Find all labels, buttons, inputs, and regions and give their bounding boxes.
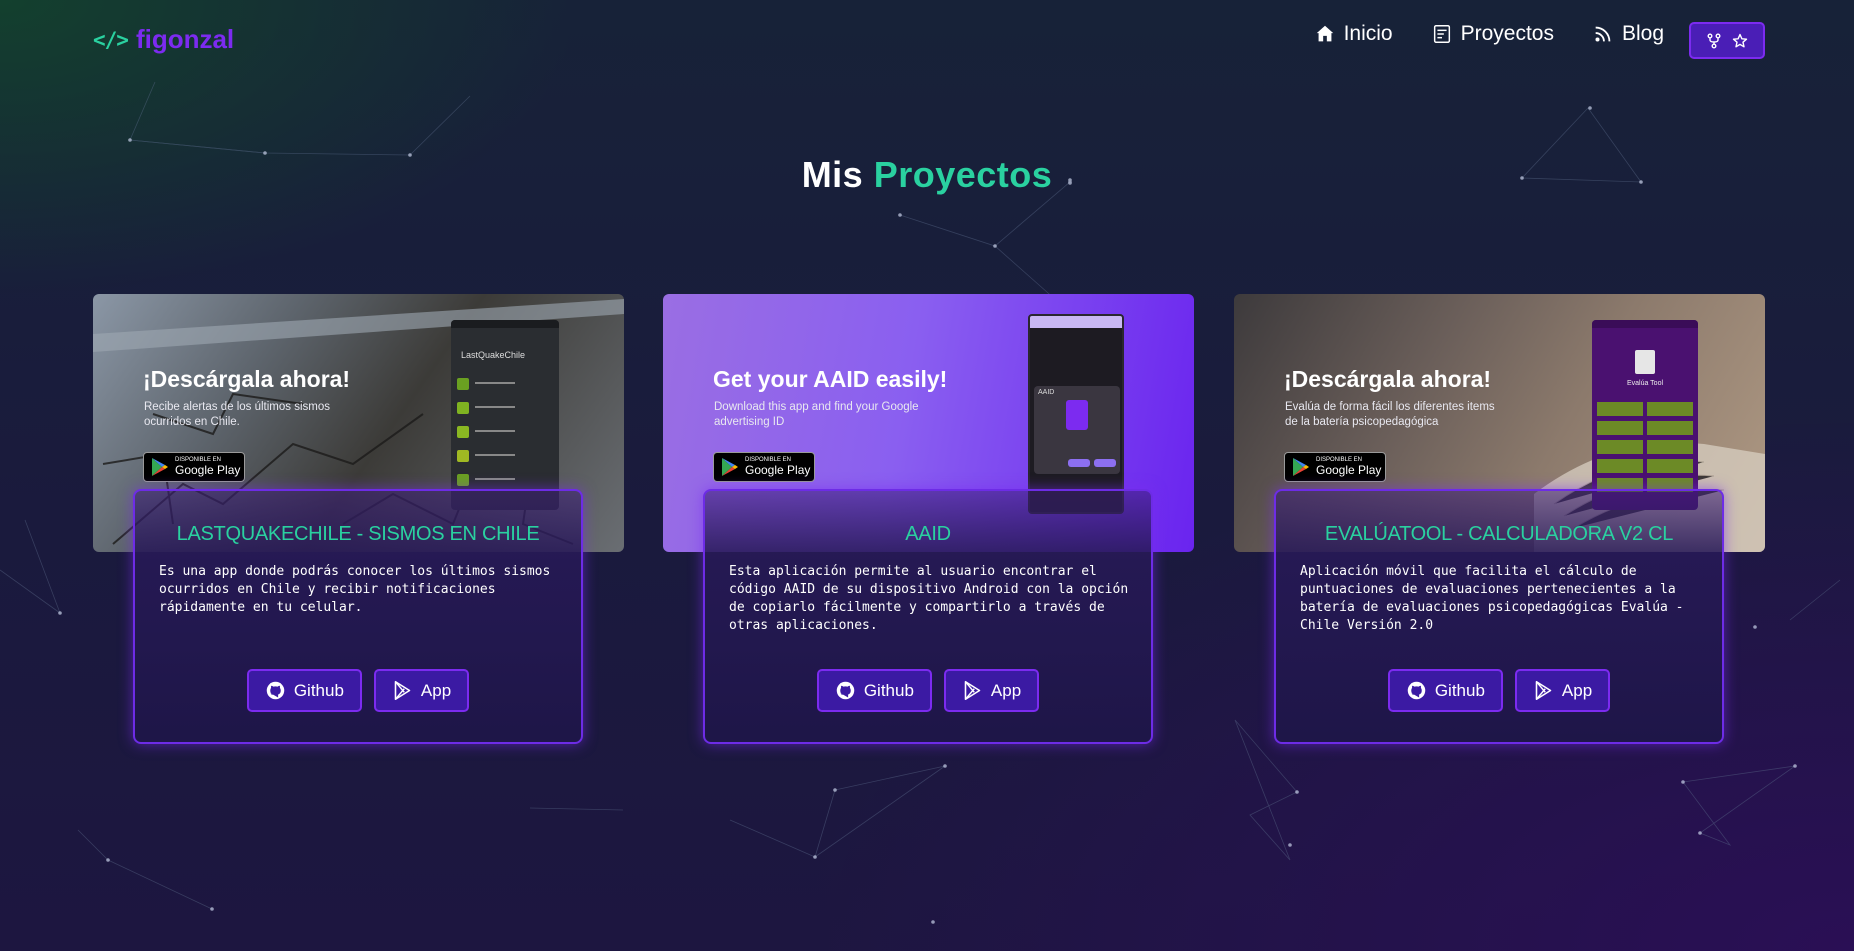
project-description: Esta aplicación permite al usuario encon… [729,564,1129,633]
play-store-icon [964,680,981,701]
project-description: Aplicación móvil que facilita el cálculo… [1300,564,1684,633]
rss-icon [1595,26,1611,42]
project-title: LASTQUAKECHILE - SISMOS EN CHILE [176,523,540,545]
top-navbar: </> figonzal Inicio Proyectos Blog [0,0,1854,80]
phone-screenshot: AAID [1028,314,1124,514]
github-button-label: Github [293,680,344,700]
badge-big-text: Google Play [175,463,241,477]
google-play-icon [1293,458,1309,476]
project-actions: Github App [135,669,581,712]
project-description: Es una app donde podrás conocer los últi… [159,564,551,615]
banner-subtitle: Download this app and find your Google a… [714,401,919,428]
badge-big-text: Google Play [745,463,811,477]
page-title-part1: Mis [801,154,864,195]
page-title-accent: Proyectos [873,154,1053,195]
github-icon [266,681,285,700]
nav-link-label: Proyectos [1460,22,1554,45]
logo-text: figonzal [135,24,235,54]
play-store-icon [1535,680,1552,701]
app-button-label: App [990,680,1022,700]
page-title: Mis Proyectos [0,154,1854,196]
banner-headline: ¡Descárgala ahora! [1284,366,1492,392]
banner-headline: ¡Descárgala ahora! [143,366,351,392]
google-play-badge[interactable]: DISPONIBLE EN Google Play [143,452,245,482]
banner-subtitle: Evalúa de forma fácil los diferentes ite… [1285,401,1495,428]
project-actions: Github App [1276,669,1722,712]
google-play-badge[interactable]: DISPONIBLE EN Google Play [1284,452,1386,482]
github-icon [836,681,855,700]
nav-link-label: Blog [1621,22,1664,45]
phone-screenshot: LastQuakeChile [451,320,559,510]
project-info-panel: LASTQUAKECHILE - SISMOS EN CHILE Es una … [133,489,583,744]
projects-icon [1433,25,1450,43]
nav-links: Inicio Proyectos Blog [1314,22,1664,46]
google-play-icon [722,458,738,476]
nav-link-proyectos[interactable]: Proyectos [1431,22,1554,46]
phone-app-title: AAID [1038,389,1055,396]
app-button[interactable]: App [943,669,1040,712]
nav-link-inicio[interactable]: Inicio [1314,22,1393,46]
app-button[interactable]: App [1514,669,1611,712]
badge-big-text: Google Play [1316,463,1382,477]
google-play-badge[interactable]: DISPONIBLE EN Google Play [713,452,815,482]
fork-icon [1707,33,1721,48]
github-button[interactable]: Github [816,669,932,712]
nav-link-label: Inicio [1343,22,1393,45]
project-info-panel: EVALÚATOOL - CALCULADORA V2 CL Aplicació… [1274,489,1724,744]
banner-headline: Get your AAID easily! [713,366,948,392]
github-icon [1407,681,1426,700]
repo-star-button[interactable] [1689,22,1765,59]
project-title: EVALÚATOOL - CALCULADORA V2 CL [1324,523,1674,545]
phone-app-title: LastQuakeChile [461,350,526,360]
banner-subtitle: Recibe alertas de los últimos sismos ocu… [144,401,330,428]
project-info-panel: AAID Esta aplicación permite al usuario … [703,489,1153,744]
app-button[interactable]: App [373,669,470,712]
code-icon: </> [93,27,129,52]
app-button-label: App [420,680,452,700]
site-logo[interactable]: </> figonzal [93,24,234,55]
project-card-lastquakechile: ¡Descárgala ahora! Recibe alertas de los… [93,294,624,744]
github-button-label: Github [863,680,914,700]
phone-screenshot: Evalúa Tool [1592,320,1698,510]
project-card-evaluatool: ¡Descárgala ahora! Evalúa de forma fácil… [1234,294,1765,744]
app-button-label: App [1561,680,1593,700]
project-card-aaid: Get your AAID easily! Download this app … [663,294,1194,744]
github-button-label: Github [1434,680,1485,700]
nav-link-blog[interactable]: Blog [1592,22,1664,46]
google-play-icon [152,458,168,476]
phone-app-title: Evalúa Tool [1626,380,1664,387]
home-icon [1316,25,1333,42]
github-button[interactable]: Github [246,669,362,712]
project-actions: Github App [705,669,1151,712]
star-icon [1732,33,1748,47]
project-title: AAID [905,523,951,545]
github-button[interactable]: Github [1387,669,1503,712]
play-store-icon [394,680,411,701]
